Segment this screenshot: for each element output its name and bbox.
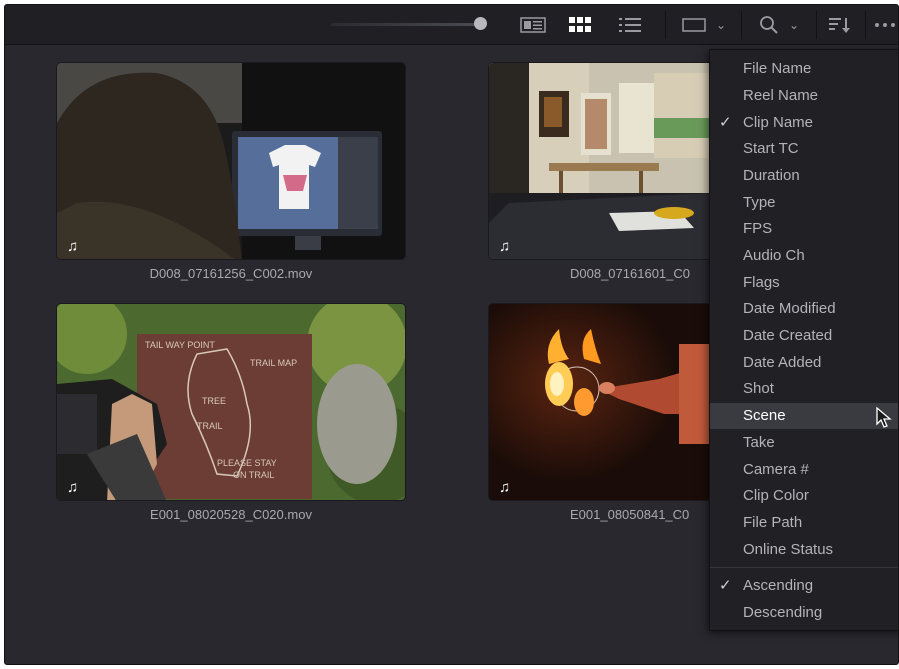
- metadata-view-icon: [520, 17, 546, 33]
- media-pool-panel: ⌄ ⌄ ♫ D008_07161256_C002.mov ♫ D008_0716…: [4, 4, 899, 665]
- sort-option-clip-color[interactable]: Clip Color: [710, 483, 898, 509]
- sort-option-date-modified[interactable]: Date Modified: [710, 296, 898, 322]
- sort-option-clip-name[interactable]: ✓ Clip Name: [710, 110, 898, 136]
- toolbar-divider: [865, 11, 866, 39]
- checkmark-icon: ✓: [719, 577, 732, 594]
- clip-name: E001_08050841_C0: [570, 507, 690, 522]
- thumbnail-size-slider-handle[interactable]: [474, 17, 487, 30]
- svg-text:TRAIL: TRAIL: [197, 421, 223, 431]
- sort-option-duration[interactable]: Duration: [710, 163, 898, 189]
- more-options-icon: [875, 23, 895, 27]
- clip-thumbnail-image: ♫: [57, 63, 405, 259]
- clip-filter-button[interactable]: ⌄: [673, 11, 735, 39]
- clip-thumbnail-image: ♫: [489, 63, 709, 259]
- sort-menu-icon: [829, 18, 850, 33]
- checkmark-icon: ✓: [719, 114, 732, 131]
- sort-option-scene[interactable]: Scene: [710, 403, 898, 429]
- media-pool-toolbar: ⌄ ⌄: [5, 5, 898, 45]
- sort-dropdown-menu: File Name Reel Name ✓ Clip Name Start TC …: [709, 49, 898, 631]
- menu-divider: [710, 567, 898, 568]
- clip-name: D008_07161256_C002.mov: [149, 266, 313, 281]
- svg-text:TRAIL MAP: TRAIL MAP: [250, 358, 297, 368]
- chevron-down-icon: ⌄: [715, 18, 727, 32]
- sort-option-fps[interactable]: FPS: [710, 216, 898, 242]
- toolbar-divider: [665, 11, 666, 39]
- music-note-icon: ♫: [67, 479, 78, 496]
- svg-text:ON TRAIL: ON TRAIL: [233, 470, 274, 480]
- clip-name: D008_07161601_C0: [570, 266, 690, 281]
- sort-option-flags[interactable]: Flags: [710, 270, 898, 296]
- sort-option-file-name[interactable]: File Name: [710, 56, 898, 82]
- thumbnail-size-slider-track[interactable]: [331, 23, 481, 26]
- search-button[interactable]: ⌄: [749, 11, 809, 39]
- search-icon: [760, 16, 778, 34]
- sort-option-shot[interactable]: Shot: [710, 376, 898, 402]
- music-note-icon: ♫: [499, 238, 510, 255]
- clip-thumbnail-image: TAIL WAY POINT TRAIL MAP TREE TRAIL PLEA…: [57, 304, 405, 500]
- sort-option-file-path[interactable]: File Path: [710, 510, 898, 536]
- clip-thumbnail[interactable]: ♫: [488, 62, 710, 260]
- svg-text:PLEASE STAY: PLEASE STAY: [217, 458, 277, 468]
- sort-menu-button[interactable]: [823, 11, 857, 39]
- mouse-cursor-icon: [876, 407, 892, 428]
- sort-option-date-added[interactable]: Date Added: [710, 350, 898, 376]
- sort-order-descending[interactable]: Descending: [710, 600, 898, 626]
- sort-option-start-tc[interactable]: Start TC: [710, 136, 898, 162]
- sort-option-take[interactable]: Take: [710, 430, 898, 456]
- sort-option-camera[interactable]: Camera #: [710, 457, 898, 483]
- thumbnail-view-button[interactable]: [560, 11, 600, 39]
- music-note-icon: ♫: [67, 238, 78, 255]
- music-note-icon: ♫: [499, 479, 510, 496]
- clip-filter-icon: [682, 18, 706, 32]
- toolbar-divider: [816, 11, 817, 39]
- sort-option-date-created[interactable]: Date Created: [710, 323, 898, 349]
- sort-option-audio-ch[interactable]: Audio Ch: [710, 243, 898, 269]
- list-view-icon: [619, 18, 641, 32]
- list-view-button[interactable]: [610, 11, 650, 39]
- thumbnail-view-icon: [569, 17, 591, 32]
- clip-thumbnail-image: ♫: [489, 304, 709, 500]
- more-options-button[interactable]: [871, 11, 898, 39]
- chevron-down-icon: ⌄: [788, 18, 800, 32]
- toolbar-divider: [741, 11, 742, 39]
- clip-thumbnail[interactable]: ♫: [488, 303, 710, 501]
- sort-option-type[interactable]: Type: [710, 190, 898, 216]
- clip-name: E001_08020528_C020.mov: [150, 507, 312, 522]
- svg-text:TREE: TREE: [202, 396, 226, 406]
- sort-order-ascending[interactable]: ✓ Ascending: [710, 573, 898, 599]
- svg-text:TAIL WAY POINT: TAIL WAY POINT: [145, 340, 215, 350]
- metadata-view-button[interactable]: [513, 11, 553, 39]
- clip-thumbnail[interactable]: TAIL WAY POINT TRAIL MAP TREE TRAIL PLEA…: [56, 303, 406, 501]
- sort-option-online-status[interactable]: Online Status: [710, 537, 898, 563]
- clip-thumbnail[interactable]: ♫: [56, 62, 406, 260]
- sort-option-reel-name[interactable]: Reel Name: [710, 83, 898, 109]
